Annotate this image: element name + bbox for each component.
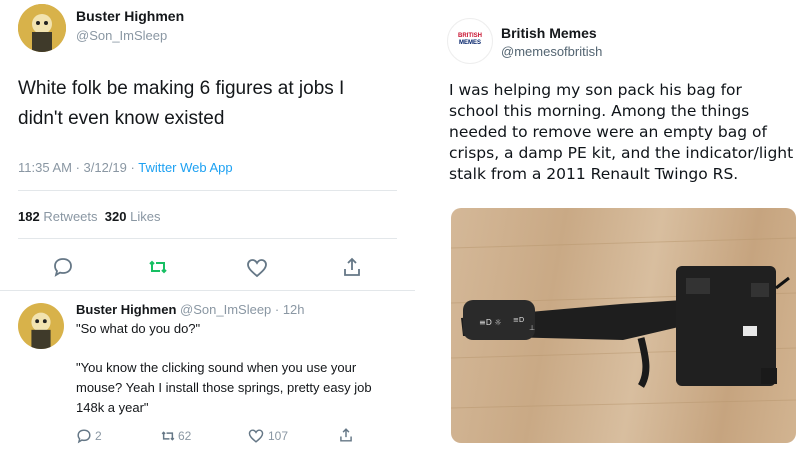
- retweet-icon[interactable]: [160, 428, 176, 449]
- tweet-timestamp: 11:35 AM · 3/12/19 ·: [18, 160, 139, 175]
- reply-line-2: "You know the clicking sound when you us…: [76, 360, 372, 415]
- reply-line-1: "So what do you do?": [76, 321, 201, 336]
- divider: [0, 290, 415, 291]
- avatar-icon: [18, 303, 64, 349]
- reply-icon[interactable]: [52, 256, 74, 283]
- reply-author-name[interactable]: Buster Highmen: [76, 302, 176, 317]
- reply-handle-time[interactable]: @Son_ImSleep · 12h: [180, 302, 305, 317]
- tweet-meta: 11:35 AM · 3/12/19 · Twitter Web App: [18, 160, 233, 175]
- avatar[interactable]: [18, 4, 66, 52]
- right-screenshot: BRITISH MEMES British Memes @memesofbrit…: [435, 0, 800, 450]
- retweet-count[interactable]: 182: [18, 209, 40, 224]
- retweet-icon[interactable]: [147, 256, 169, 283]
- svg-text:≡D ☼: ≡D ☼: [479, 318, 502, 327]
- tweet-text: I was helping my son pack his bag for sc…: [449, 81, 794, 183]
- avatar-logo: BRITISH MEMES: [458, 33, 482, 46]
- like-count: 107: [268, 429, 289, 443]
- author-name[interactable]: Buster Highmen: [76, 8, 184, 24]
- indicator-stalk-image: ≡D ☼ ≡D ⊥: [451, 237, 796, 409]
- left-screenshot: Buster Highmen @Son_ImSleep White folk b…: [0, 0, 415, 450]
- reply-header: Buster Highmen @Son_ImSleep · 12h: [76, 302, 305, 317]
- divider: [18, 238, 397, 239]
- retweet-label[interactable]: Retweets: [43, 209, 97, 224]
- share-icon[interactable]: [338, 427, 354, 448]
- client-link[interactable]: Twitter Web App: [138, 160, 232, 175]
- author-name[interactable]: British Memes: [501, 25, 597, 41]
- panel-gap: [415, 0, 435, 450]
- retweet-count: 62: [178, 429, 192, 443]
- reply-icon[interactable]: [76, 428, 92, 449]
- avatar-icon: [18, 4, 66, 52]
- svg-text:≡D: ≡D: [513, 316, 524, 324]
- like-label[interactable]: Likes: [130, 209, 160, 224]
- share-icon[interactable]: [341, 256, 363, 283]
- avatar[interactable]: BRITISH MEMES: [447, 18, 493, 64]
- engagement-stats: 182 Retweets 320 Likes: [18, 209, 160, 224]
- like-count[interactable]: 320: [105, 209, 127, 224]
- author-handle[interactable]: @Son_ImSleep: [76, 28, 167, 43]
- tweet-text: White folk be making 6 figures at jobs I…: [18, 78, 345, 129]
- avatar[interactable]: [18, 303, 64, 349]
- divider: [18, 190, 397, 191]
- like-icon[interactable]: [248, 428, 264, 449]
- tweet-photo[interactable]: ≡D ☼ ≡D ⊥: [451, 208, 796, 443]
- like-icon[interactable]: [246, 257, 268, 284]
- svg-text:⊥: ⊥: [529, 324, 535, 332]
- author-handle[interactable]: @memesofbritish: [501, 44, 602, 59]
- reply-count: 2: [95, 429, 102, 443]
